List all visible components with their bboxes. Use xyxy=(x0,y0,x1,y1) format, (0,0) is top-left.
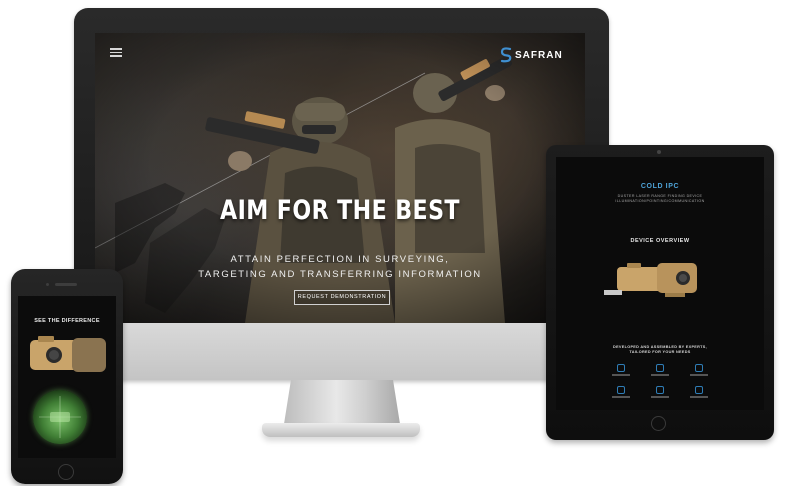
hero-subtitle-line-1: ATTAIN PERFECTION IN SURVEYING, xyxy=(230,254,450,265)
tablet-device-image xyxy=(617,263,697,297)
tablet-camera xyxy=(657,150,661,154)
feature-item xyxy=(602,364,641,382)
tablet-feature-grid xyxy=(602,364,718,404)
night-vision-crosshair-icon xyxy=(39,396,81,438)
feature-item xyxy=(602,386,641,404)
phone-device-image xyxy=(30,336,106,372)
request-demonstration-button[interactable]: REQUEST DEMONSTRATION xyxy=(294,290,390,305)
feature-item xyxy=(679,386,718,404)
night-vision-scope-view xyxy=(33,390,87,444)
desktop-monitor-chin xyxy=(74,323,609,380)
hero-title: AIM FOR THE BEST xyxy=(220,195,460,226)
desktop-monitor-stand xyxy=(284,380,400,424)
phone-speaker xyxy=(55,283,77,286)
feature-item xyxy=(641,386,680,404)
brand-logo[interactable]: SAFRAN xyxy=(500,47,563,63)
feature-icon xyxy=(617,386,626,394)
phone-camera xyxy=(46,283,49,286)
feature-icon xyxy=(694,364,703,372)
phone-section-title: SEE THE DIFFERENCE xyxy=(34,318,100,324)
hamburger-menu-icon[interactable] xyxy=(110,48,122,57)
desktop-monitor-base xyxy=(262,423,420,437)
safran-s-icon xyxy=(500,47,512,63)
tablet-intro-line-2: ILLUMINATION/POINTING/COMMUNICATION xyxy=(615,199,705,203)
tablet-device-callout xyxy=(604,290,622,295)
hero-subtitle-line-2: TARGETING AND TRANSFERRING INFORMATION xyxy=(198,269,482,280)
tablet-section-heading: DEVELOPED AND ASSEMBLED BY EXPERTS, TAIL… xyxy=(556,345,764,355)
feature-icon xyxy=(655,364,664,372)
hero-subtitle: ATTAIN PERFECTION IN SURVEYING, TARGETIN… xyxy=(95,252,585,282)
tablet-intro: DUSTER LASER RANGE FINDING DEVICE ILLUMI… xyxy=(556,194,764,204)
feature-item xyxy=(641,364,680,382)
tablet-device-overview-heading: DEVICE OVERVIEW xyxy=(630,238,690,244)
brand-name: SAFRAN xyxy=(515,49,563,61)
phone-home-button xyxy=(58,464,74,480)
tablet-section-heading-line-2: TAILORED FOR YOUR NEEDS xyxy=(629,350,691,354)
tablet-home-button xyxy=(651,416,666,431)
feature-icon xyxy=(694,386,703,394)
feature-item xyxy=(679,364,718,382)
feature-icon xyxy=(655,386,664,394)
feature-icon xyxy=(617,364,626,372)
tablet-product-title: COLD IPC xyxy=(640,183,680,190)
